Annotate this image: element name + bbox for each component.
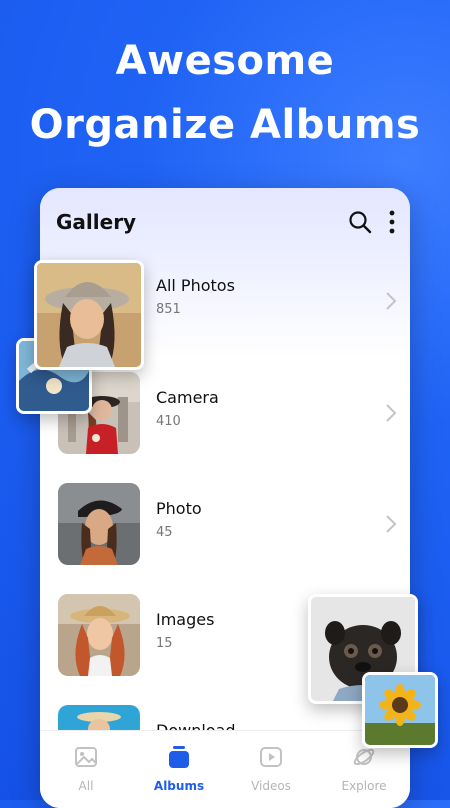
- floating-photo-woman-hat: [34, 260, 144, 370]
- promo-headline-line2: Organize Albums: [29, 102, 421, 148]
- album-name: Photo: [156, 499, 202, 518]
- floating-photo-sunflower: [362, 672, 438, 748]
- more-options-icon[interactable]: [382, 209, 402, 235]
- chevron-right-icon: [386, 404, 397, 422]
- album-row-photo[interactable]: Photo 45: [40, 483, 410, 573]
- promo-headline-line1: Awesome: [115, 38, 335, 84]
- album-row-camera[interactable]: Camera 410: [40, 372, 410, 462]
- nav-tab-albums[interactable]: Albums: [139, 745, 219, 793]
- search-icon[interactable]: [348, 210, 372, 234]
- album-name: Images: [156, 610, 215, 629]
- chevron-right-icon: [386, 292, 397, 310]
- nav-label: Videos: [251, 779, 291, 793]
- album-name: All Photos: [156, 276, 235, 295]
- album-count: 410: [156, 414, 181, 429]
- nav-label: Explore: [341, 779, 387, 793]
- bottom-navigation: All Albums Videos Explore: [40, 730, 410, 808]
- album-cover: [58, 594, 140, 676]
- album-count: 45: [156, 525, 173, 540]
- album-count: 15: [156, 636, 173, 651]
- nav-tab-videos[interactable]: Videos: [231, 745, 311, 793]
- nav-tab-all[interactable]: All: [46, 745, 126, 793]
- image-icon: [75, 747, 97, 767]
- nav-label: All: [78, 779, 94, 793]
- album-name: Camera: [156, 388, 219, 407]
- nav-tab-explore[interactable]: Explore: [324, 745, 404, 793]
- planet-icon: [353, 748, 375, 766]
- app-title: Gallery: [56, 210, 137, 234]
- nav-label: Albums: [153, 779, 205, 793]
- albums-icon: [169, 746, 189, 768]
- chevron-right-icon: [386, 515, 397, 533]
- album-count: 851: [156, 302, 181, 317]
- video-icon: [260, 747, 282, 767]
- album-cover: [58, 483, 140, 565]
